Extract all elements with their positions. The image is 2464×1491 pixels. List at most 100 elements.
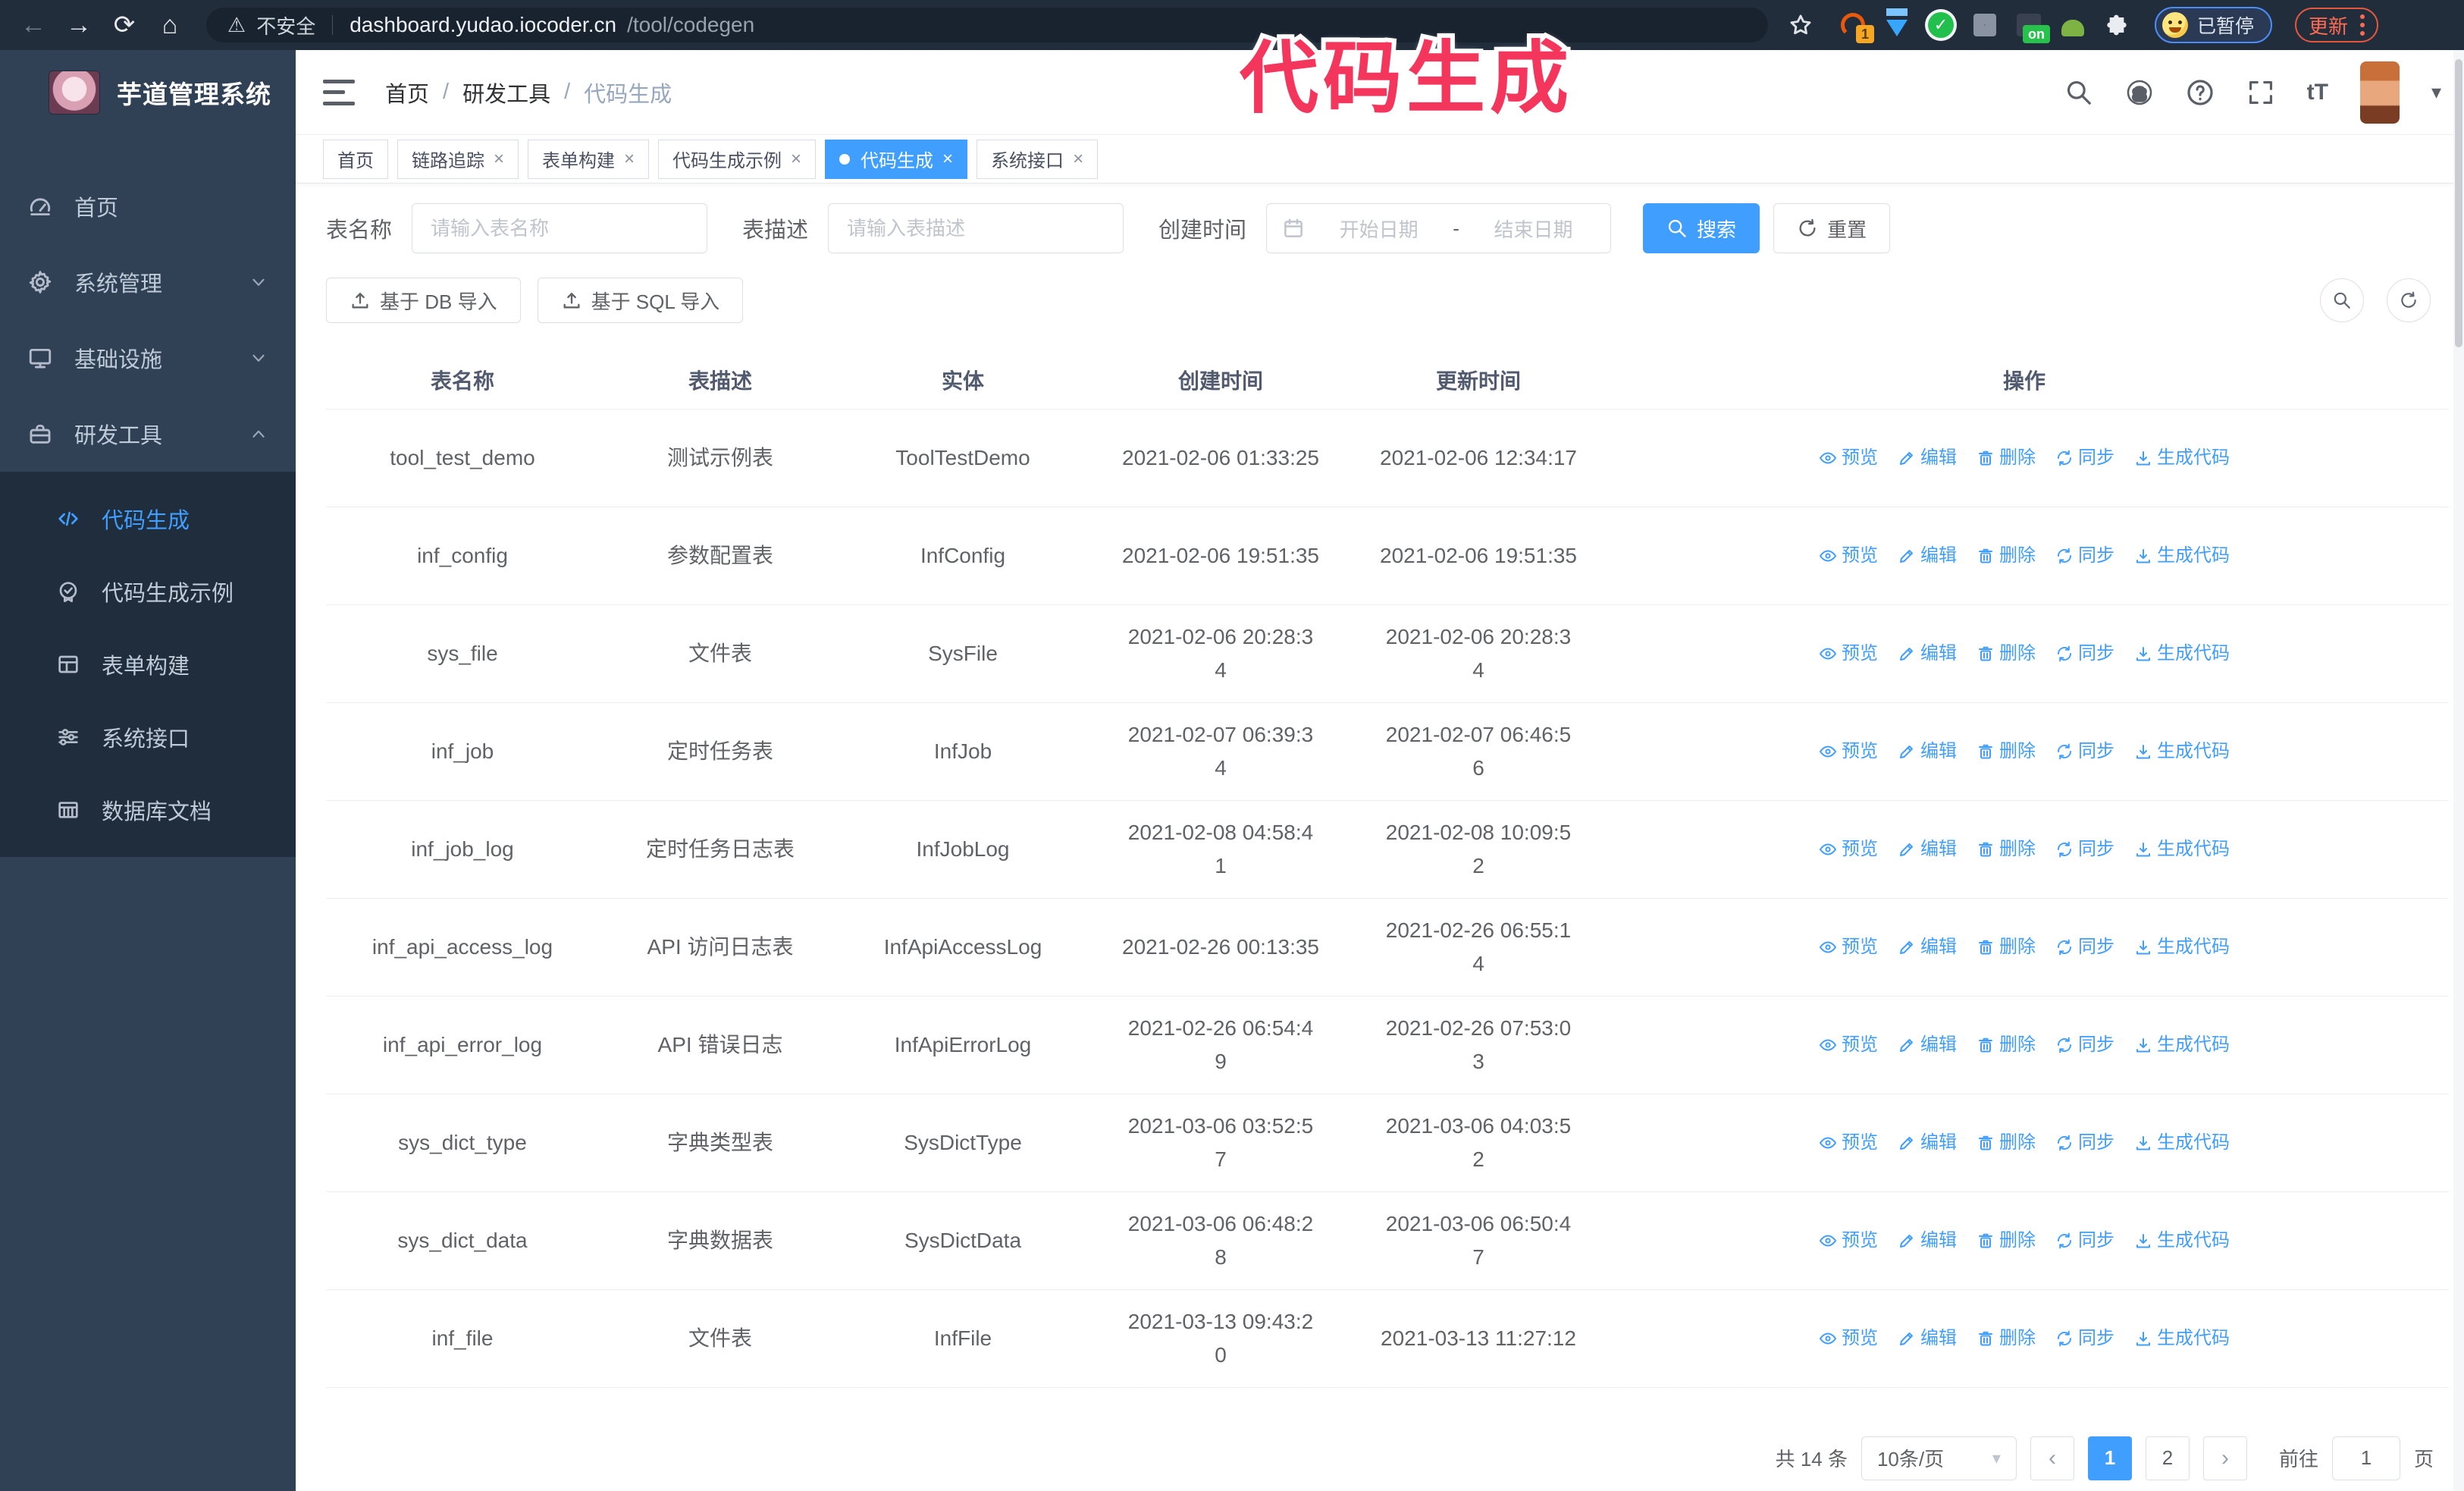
preview-link[interactable]: 预览 xyxy=(1819,541,1878,570)
extension-icon-orange[interactable]: 1 xyxy=(1839,11,1874,43)
browser-reload-button[interactable]: ⟳ xyxy=(105,5,144,45)
delete-link[interactable]: 删除 xyxy=(1977,1031,2036,1059)
sync-link[interactable]: 同步 xyxy=(2055,835,2114,863)
breadcrumb-home[interactable]: 首页 xyxy=(385,77,429,108)
preview-link[interactable]: 预览 xyxy=(1819,1324,1878,1352)
sync-link[interactable]: 同步 xyxy=(2055,737,2114,765)
sidebar-item-home[interactable]: 首页 xyxy=(0,168,296,244)
delete-link[interactable]: 删除 xyxy=(1977,1324,2036,1352)
close-icon[interactable]: × xyxy=(624,149,635,170)
edit-link[interactable]: 编辑 xyxy=(1898,541,1957,570)
sync-link[interactable]: 同步 xyxy=(2055,1226,2114,1254)
generate-code-link[interactable]: 生成代码 xyxy=(2134,541,2230,570)
delete-link[interactable]: 删除 xyxy=(1977,639,2036,667)
delete-link[interactable]: 删除 xyxy=(1977,835,2036,863)
generate-code-link[interactable]: 生成代码 xyxy=(2134,933,2230,961)
browser-menu-kebab-icon[interactable] xyxy=(2360,14,2365,36)
page-button-1[interactable]: 1 xyxy=(2087,1436,2132,1480)
tab-tracing[interactable]: 链路追踪 × xyxy=(397,139,519,179)
sidebar-item-infra[interactable]: 基础设施 xyxy=(0,320,296,396)
edit-link[interactable]: 编辑 xyxy=(1898,639,1957,667)
fullscreen-icon[interactable] xyxy=(2246,78,2275,107)
edit-link[interactable]: 编辑 xyxy=(1898,737,1957,765)
sync-link[interactable]: 同步 xyxy=(2055,1031,2114,1059)
close-icon[interactable]: × xyxy=(1073,149,1083,170)
generate-code-link[interactable]: 生成代码 xyxy=(2134,1226,2230,1254)
preview-link[interactable]: 预览 xyxy=(1819,1128,1878,1157)
edit-link[interactable]: 编辑 xyxy=(1898,1128,1957,1157)
generate-code-link[interactable]: 生成代码 xyxy=(2134,737,2230,765)
preview-link[interactable]: 预览 xyxy=(1819,1226,1878,1254)
generate-code-link[interactable]: 生成代码 xyxy=(2134,1128,2230,1157)
next-page-button[interactable] xyxy=(2202,1436,2247,1480)
goto-page-input[interactable] xyxy=(2331,1436,2400,1480)
edit-link[interactable]: 编辑 xyxy=(1898,1031,1957,1059)
scrollbar-thumb[interactable] xyxy=(2455,59,2462,347)
import-sql-button[interactable]: 基于 SQL 导入 xyxy=(537,278,744,323)
generate-code-link[interactable]: 生成代码 xyxy=(2134,835,2230,863)
preview-link[interactable]: 预览 xyxy=(1819,444,1878,472)
edit-link[interactable]: 编辑 xyxy=(1898,1226,1957,1254)
sidebar-item-devtools[interactable]: 研发工具 xyxy=(0,396,296,472)
delete-link[interactable]: 删除 xyxy=(1977,737,2036,765)
preview-link[interactable]: 预览 xyxy=(1819,835,1878,863)
avatar-caret-icon[interactable]: ▾ xyxy=(2431,80,2441,104)
reset-button[interactable]: 重置 xyxy=(1773,203,1891,253)
table-desc-input[interactable] xyxy=(828,203,1124,253)
font-size-icon[interactable]: tT xyxy=(2307,80,2328,105)
close-icon[interactable]: × xyxy=(791,149,801,170)
sidebar-item-system-api[interactable]: 系统接口 xyxy=(0,701,296,774)
generate-code-link[interactable]: 生成代码 xyxy=(2134,444,2230,472)
close-icon[interactable]: × xyxy=(494,149,504,170)
delete-link[interactable]: 删除 xyxy=(1977,541,2036,570)
delete-link[interactable]: 删除 xyxy=(1977,1226,2036,1254)
browser-forward-button[interactable]: → xyxy=(59,5,99,45)
github-icon[interactable] xyxy=(2125,78,2154,107)
tab-codegen-example[interactable]: 代码生成示例 × xyxy=(658,139,817,179)
page-size-select[interactable]: 10条/页 ▾ xyxy=(1861,1436,2017,1480)
sidebar-item-system[interactable]: 系统管理 xyxy=(0,244,296,320)
delete-link[interactable]: 删除 xyxy=(1977,933,2036,961)
help-icon[interactable] xyxy=(2186,78,2215,107)
extension-icon-grid[interactable] xyxy=(1971,11,1998,39)
search-button[interactable]: 搜索 xyxy=(1643,203,1760,253)
sync-link[interactable]: 同步 xyxy=(2055,1324,2114,1352)
date-range-picker[interactable]: 开始日期 - 结束日期 xyxy=(1266,203,1612,253)
preview-link[interactable]: 预览 xyxy=(1819,933,1878,961)
hamburger-icon[interactable] xyxy=(323,79,355,105)
sidebar-item-codegen-example[interactable]: 代码生成示例 xyxy=(0,555,296,628)
browser-back-button[interactable]: ← xyxy=(14,5,53,45)
profile-paused-badge[interactable]: 已暂停 xyxy=(2155,7,2273,43)
search-icon[interactable] xyxy=(2064,78,2093,107)
generate-code-link[interactable]: 生成代码 xyxy=(2134,639,2230,667)
sync-link[interactable]: 同步 xyxy=(2055,444,2114,472)
sidebar-item-codegen[interactable]: 代码生成 xyxy=(0,482,296,555)
address-bar[interactable]: ⚠ 不安全 dashboard.yudao.iocoder.cn/tool/co… xyxy=(206,8,1768,42)
tab-form-builder[interactable]: 表单构建 × xyxy=(528,139,650,179)
browser-home-button[interactable]: ⌂ xyxy=(150,5,190,45)
sync-link[interactable]: 同步 xyxy=(2055,541,2114,570)
generate-code-link[interactable]: 生成代码 xyxy=(2134,1324,2230,1352)
sidebar-item-form-builder[interactable]: 表单构建 xyxy=(0,628,296,701)
sync-link[interactable]: 同步 xyxy=(2055,639,2114,667)
edit-link[interactable]: 编辑 xyxy=(1898,1324,1957,1352)
extensions-puzzle-icon[interactable] xyxy=(2103,11,2130,39)
page-button-2[interactable]: 2 xyxy=(2145,1436,2190,1480)
import-db-button[interactable]: 基于 DB 导入 xyxy=(326,278,521,323)
extension-icon-droid[interactable] xyxy=(2059,11,2086,39)
extension-icon-dark[interactable]: on xyxy=(2015,11,2050,43)
bookmark-star-icon[interactable] xyxy=(1788,12,1814,38)
tab-codegen[interactable]: 代码生成 × xyxy=(825,139,968,179)
user-avatar[interactable] xyxy=(2359,61,2400,124)
browser-update-button[interactable]: 更新 xyxy=(2295,8,2379,42)
sidebar-logo[interactable]: 芋道管理系统 xyxy=(0,50,296,135)
sync-link[interactable]: 同步 xyxy=(2055,933,2114,961)
delete-link[interactable]: 删除 xyxy=(1977,1128,2036,1157)
edit-link[interactable]: 编辑 xyxy=(1898,444,1957,472)
close-icon[interactable]: × xyxy=(942,149,953,170)
preview-link[interactable]: 预览 xyxy=(1819,639,1878,667)
generate-code-link[interactable]: 生成代码 xyxy=(2134,1031,2230,1059)
preview-link[interactable]: 预览 xyxy=(1819,1031,1878,1059)
sidebar-item-db-doc[interactable]: 数据库文档 xyxy=(0,774,296,846)
toggle-search-button[interactable] xyxy=(2320,278,2364,322)
